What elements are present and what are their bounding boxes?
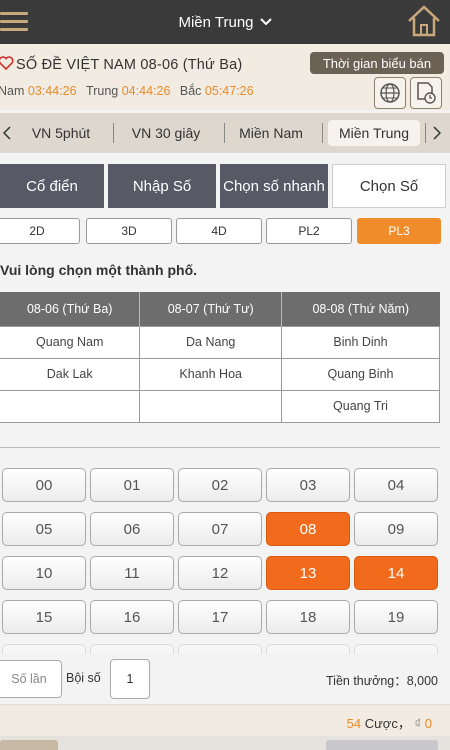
city-cell[interactable]: Quang Nam xyxy=(0,325,141,359)
countdown-times: Nam 03:44:26 Trung 04:44:26 Bắc 05:47:26 xyxy=(0,84,254,98)
number-button-01[interactable]: 01 xyxy=(90,468,174,502)
city-cell[interactable]: Khanh Hoa xyxy=(139,357,282,391)
cancel-button[interactable] xyxy=(0,740,58,750)
game-types: 2D 3D 4D PL2 PL3 xyxy=(0,218,450,244)
tab-chon-so[interactable]: Chọn Số xyxy=(332,164,446,208)
lottery-info: SỐ ĐỀ VIỆT NAM 08-06 (Thứ Ba) Nam 03:44:… xyxy=(0,44,450,110)
table-header-row: 08-06 (Thứ Ba) 08-07 (Thứ Tư) 08-08 (Thứ… xyxy=(0,292,440,326)
region-tabs: VN 5phút VN 30 giây Miền Nam Miền Trung xyxy=(0,113,450,153)
globe-button[interactable] xyxy=(374,77,406,109)
currency-icon: ₫ xyxy=(414,716,422,731)
time-label-bac: Bắc xyxy=(179,84,202,98)
chevron-down-icon xyxy=(259,18,272,26)
date-header: 08-08 (Thứ Năm) xyxy=(281,292,440,326)
type-pl2[interactable]: PL2 xyxy=(266,218,352,244)
home-icon[interactable] xyxy=(406,4,442,38)
tabs-left-arrow[interactable] xyxy=(0,113,14,153)
number-button-13[interactable]: 13 xyxy=(266,556,350,590)
table-row: Quang Tri xyxy=(0,389,441,423)
mode-tabs: Cổ điển Nhập Số Chọn số nhanh Chọn Số xyxy=(0,164,450,208)
number-button-11[interactable]: 11 xyxy=(90,556,174,590)
city-table: 08-06 (Thứ Ba) 08-07 (Thứ Tư) 08-08 (Thứ… xyxy=(0,292,441,423)
number-grid: 00 01 02 03 04 05 06 07 08 09 10 11 12 13 14 15 16 17 18 19… xyxy=(0,468,450,678)
city-cell[interactable]: Binh Dinh xyxy=(280,325,441,359)
bet-controls: Số lần Bội số 1 Tiền thưởng：8,000 xyxy=(0,654,450,704)
city-cell xyxy=(139,389,282,423)
table-row: Dak Lak Khanh Hoa Quang Binh xyxy=(0,357,441,391)
globe-icon xyxy=(380,83,400,103)
history-button[interactable] xyxy=(410,77,442,109)
multiplier-label: Bội số xyxy=(66,671,101,685)
heart-icon[interactable] xyxy=(0,56,14,70)
prize-text: Tiền thưởng：8,000 xyxy=(326,674,438,688)
bet-count-label: Cược， xyxy=(364,716,411,731)
number-button-15[interactable]: 15 xyxy=(2,600,86,634)
bet-count: 54 xyxy=(346,716,362,731)
number-button-10[interactable]: 10 xyxy=(2,556,86,590)
chevron-left-icon xyxy=(3,126,11,140)
city-cell[interactable]: Da Nang xyxy=(139,325,282,359)
date-header: 08-06 (Thứ Ba) xyxy=(0,292,141,326)
hamburger-menu-icon[interactable] xyxy=(0,12,30,32)
number-button-07[interactable]: 07 xyxy=(178,512,262,546)
chevron-right-icon xyxy=(433,126,441,140)
type-3d[interactable]: 3D xyxy=(86,218,172,244)
number-button-18[interactable]: 18 xyxy=(266,600,350,634)
city-hint: Vui lòng chọn một thành phố. xyxy=(0,262,198,278)
type-4d[interactable]: 4D xyxy=(176,218,262,244)
table-row: Quang Nam Da Nang Binh Dinh xyxy=(0,325,441,359)
city-cell[interactable]: Quang Binh xyxy=(280,357,441,391)
region-title: Miền Trung xyxy=(178,13,254,31)
number-button-00[interactable]: 00 xyxy=(2,468,86,502)
bet-amount: 0 xyxy=(424,716,432,731)
sale-schedule-button[interactable]: Thời gian biểu bán xyxy=(310,52,444,74)
region-dropdown[interactable]: Miền Trung xyxy=(178,13,272,31)
number-button-16[interactable]: 16 xyxy=(90,600,174,634)
tab-chon-so-nhanh[interactable]: Chọn số nhanh xyxy=(220,164,328,208)
number-button-04[interactable]: 04 xyxy=(354,468,438,502)
time-trung: 04:44:26 xyxy=(121,84,171,98)
number-button-19[interactable]: 19 xyxy=(354,600,438,634)
lottery-title: SỐ ĐỀ VIỆT NAM 08-06 (Thứ Ba) xyxy=(16,57,243,73)
date-header: 08-07 (Thứ Tư) xyxy=(139,292,282,326)
tab-vn-5phut[interactable]: VN 5phút xyxy=(20,120,102,146)
footer-bar xyxy=(0,736,450,750)
time-nam: 03:44:26 xyxy=(27,84,77,98)
number-button-09[interactable]: 09 xyxy=(354,512,438,546)
number-button-05[interactable]: 05 xyxy=(2,512,86,546)
tab-co-dien[interactable]: Cổ điển xyxy=(0,164,104,208)
type-2d[interactable]: 2D xyxy=(0,218,80,244)
section-divider xyxy=(0,447,440,448)
tab-mien-trung[interactable]: Miền Trung xyxy=(328,120,420,146)
city-cell[interactable]: Dak Lak xyxy=(0,357,141,391)
multiplier-input[interactable]: 1 xyxy=(110,659,150,699)
city-cell xyxy=(0,389,141,423)
type-pl3[interactable]: PL3 xyxy=(357,218,441,244)
time-bac: 05:47:26 xyxy=(204,84,254,98)
confirm-button[interactable] xyxy=(326,740,438,750)
number-button-03[interactable]: 03 xyxy=(266,468,350,502)
time-label-nam: Nam xyxy=(0,84,25,98)
bet-summary: 54 Cược， ₫ 0 xyxy=(0,704,450,736)
tab-nhap-so[interactable]: Nhập Số xyxy=(108,164,216,208)
number-button-08[interactable]: 08 xyxy=(266,512,350,546)
number-button-12[interactable]: 12 xyxy=(178,556,262,590)
tab-vn-30-giay[interactable]: VN 30 giây xyxy=(118,120,214,146)
number-button-14[interactable]: 14 xyxy=(354,556,438,590)
tabs-right-arrow[interactable] xyxy=(430,113,444,153)
number-button-02[interactable]: 02 xyxy=(178,468,262,502)
document-clock-icon xyxy=(417,82,436,104)
tab-mien-nam[interactable]: Miền Nam xyxy=(228,120,314,146)
city-cell[interactable]: Quang Tri xyxy=(280,389,441,423)
top-bar: Miền Trung xyxy=(0,0,450,44)
number-button-06[interactable]: 06 xyxy=(90,512,174,546)
times-input[interactable]: Số lần xyxy=(0,660,62,698)
number-button-17[interactable]: 17 xyxy=(178,600,262,634)
time-label-trung: Trung xyxy=(86,84,119,98)
